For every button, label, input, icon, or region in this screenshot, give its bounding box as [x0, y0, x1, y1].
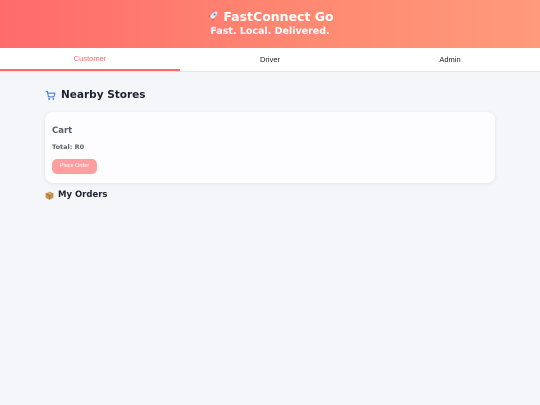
tab-driver[interactable]: Driver	[180, 48, 360, 71]
rocket-icon	[206, 10, 219, 23]
cart-total: Total: R0	[52, 143, 85, 151]
place-order-button[interactable]: Place Order	[52, 158, 97, 174]
tab-admin[interactable]: Admin	[360, 48, 540, 71]
app-header: FastConnect Go Fast. Local. Delivered.	[0, 0, 540, 48]
role-tabs: Customer Driver Admin	[0, 48, 540, 72]
cart-title: Cart	[52, 126, 73, 136]
app-title-row: FastConnect Go	[206, 9, 334, 24]
my-orders-heading: My Orders	[45, 190, 495, 200]
nearby-stores-title: Nearby Stores	[61, 89, 146, 101]
cart-icon	[45, 90, 56, 101]
nearby-stores-heading: Nearby Stores	[45, 88, 495, 102]
package-icon	[45, 191, 54, 200]
cart-card: Cart Total: R0 Place Order	[45, 112, 495, 183]
app-title: FastConnect Go	[223, 9, 334, 24]
main-content: Nearby Stores Cart Total: R0 Place Order…	[0, 88, 540, 200]
my-orders-title: My Orders	[58, 190, 108, 200]
tab-customer[interactable]: Customer	[0, 48, 180, 71]
app-subtitle: Fast. Local. Delivered.	[210, 26, 330, 37]
